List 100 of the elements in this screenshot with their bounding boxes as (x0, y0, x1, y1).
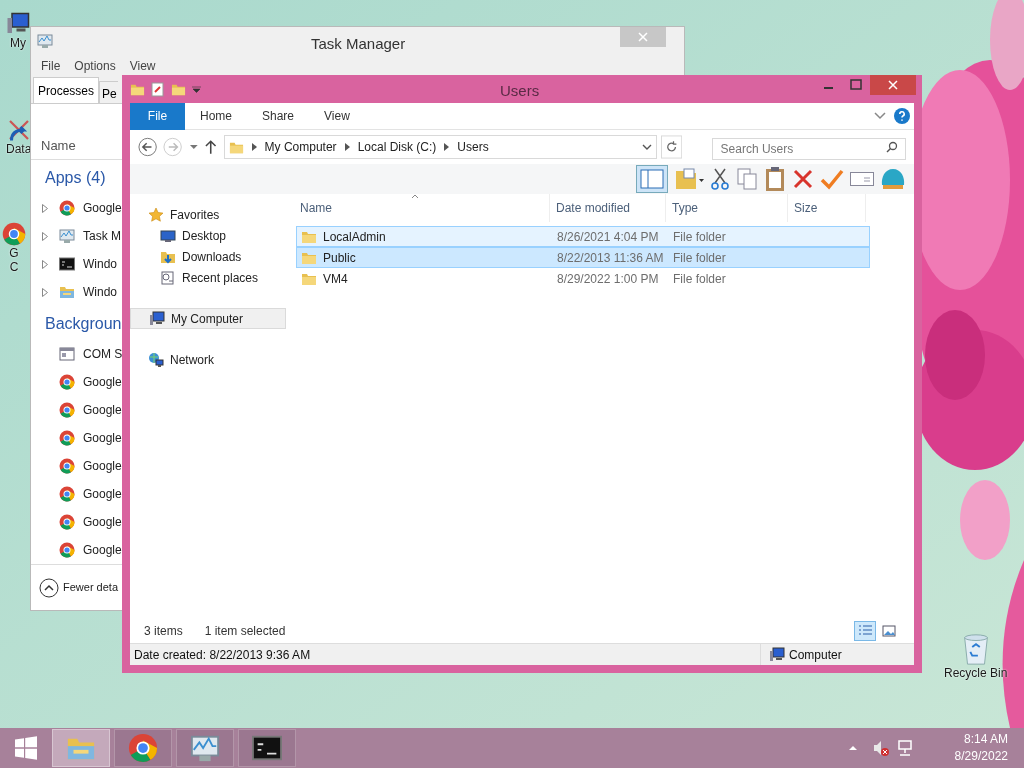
checkmark-icon[interactable] (820, 168, 844, 190)
chrome-icon (59, 486, 75, 502)
expand-arrow-icon[interactable] (42, 259, 48, 269)
breadcrumb-arrow-icon[interactable] (251, 143, 257, 151)
expand-arrow-icon[interactable] (42, 203, 48, 213)
search-field[interactable]: Search Users (711, 138, 906, 160)
windows-logo-icon[interactable] (14, 736, 38, 760)
chrome-icon (59, 542, 75, 558)
column-header[interactable]: Size (788, 194, 866, 222)
chrome-icon (59, 402, 75, 418)
breadcrumb-arrow-icon[interactable] (344, 143, 350, 151)
tray-arrow-icon[interactable] (848, 745, 858, 751)
window-title: Users (500, 81, 540, 101)
process-name: Google (83, 402, 122, 419)
collapse-icon[interactable] (39, 577, 59, 598)
chevron-down-icon[interactable] (642, 143, 653, 151)
breadcrumb-item[interactable]: Local Disk (C:) (357, 138, 437, 156)
taskbar-button[interactable] (238, 729, 296, 767)
preview-pane-icon[interactable] (636, 165, 668, 193)
globe-monitor-icon (148, 351, 164, 368)
chrome-icon (128, 733, 158, 763)
selection-count: 1 item selected (204, 623, 286, 640)
type-cell-text: File folder (672, 249, 726, 267)
file-row[interactable]: Public 8/22/2013 11:36 AM File folder (296, 247, 870, 268)
nav-item[interactable]: Network (130, 349, 288, 370)
ribbon-tab[interactable]: Share (247, 102, 310, 130)
scissors-icon[interactable] (710, 167, 730, 191)
ribbon-tab[interactable]: View (309, 102, 365, 130)
tab[interactable]: Pe (99, 81, 118, 103)
menu-item[interactable]: View (129, 57, 156, 76)
tab[interactable]: Processes (33, 77, 100, 103)
refresh-icon[interactable] (661, 135, 683, 159)
help-icon[interactable] (894, 108, 910, 124)
nav-item[interactable]: Favorites (130, 204, 288, 225)
breadcrumb-item[interactable]: Users (457, 138, 489, 156)
nav-item[interactable]: Downloads (130, 246, 288, 267)
menu-item[interactable]: File (41, 57, 61, 76)
dropdown-icon[interactable] (188, 144, 199, 150)
nav-item[interactable]: Desktop (130, 225, 288, 246)
chrome-icon[interactable] (2, 222, 26, 246)
process-name: Windo (83, 284, 117, 301)
window-title: Task Manager (311, 34, 406, 54)
location-label: Computer (789, 646, 842, 664)
column-header[interactable]: Name (41, 135, 76, 155)
clipboard-icon[interactable] (764, 166, 786, 192)
copy-icon[interactable] (736, 167, 758, 191)
column-header[interactable]: Name (288, 194, 550, 222)
network-icon[interactable] (896, 739, 914, 757)
nav-item[interactable]: Recent places (130, 267, 288, 288)
close-button[interactable] (870, 75, 916, 95)
column-header[interactable]: Date modified (550, 194, 666, 222)
search-icon (886, 141, 898, 153)
desktop-icon-label: G (9, 246, 19, 260)
process-name: Google (83, 200, 122, 217)
menu-item[interactable]: Options (74, 57, 116, 76)
file-name: Public (323, 249, 356, 267)
group-header: Backgroun (45, 314, 122, 334)
delete-icon[interactable] (792, 168, 814, 190)
desktop-icon-label: My (10, 36, 26, 50)
close-icon (888, 80, 898, 90)
process-name: Task M (83, 228, 121, 245)
shortcut-icon[interactable] (6, 118, 31, 142)
details-view-icon[interactable] (854, 621, 876, 641)
close-icon (638, 32, 648, 42)
computer-icon (769, 646, 785, 663)
fewer-details-link[interactable]: Fewer deta (63, 579, 119, 596)
back-icon[interactable] (138, 137, 158, 157)
properties-icon[interactable] (151, 81, 165, 97)
date-cell-text: 8/26/2021 4:04 PM (556, 228, 660, 246)
up-arrow-icon[interactable] (204, 139, 218, 155)
muted-speaker-icon[interactable] (872, 739, 890, 757)
chevron-down-icon[interactable] (874, 112, 886, 120)
breadcrumb-item[interactable]: My Computer (264, 138, 337, 156)
monitor-chart-icon (190, 733, 220, 763)
chrome-icon (59, 430, 75, 446)
date-cell-text: 8/22/2013 11:36 AM (556, 249, 665, 267)
file-row[interactable]: LocalAdmin 8/26/2021 4:04 PM File folder (296, 226, 870, 247)
star-icon (148, 206, 164, 223)
file-row[interactable]: VM4 8/29/2022 1:00 PM File folder (296, 268, 870, 289)
computer-icon[interactable] (6, 12, 30, 36)
chrome-icon (59, 514, 75, 530)
dropdown-icon[interactable] (192, 85, 201, 93)
folder-options-icon[interactable] (674, 167, 704, 191)
computer-icon (149, 310, 165, 327)
taskbar-button[interactable] (176, 729, 234, 767)
expand-arrow-icon[interactable] (42, 231, 48, 241)
expand-arrow-icon[interactable] (42, 287, 48, 297)
address-bar[interactable]: My Computer Local Disk (C:) Users (223, 135, 658, 159)
details-text: Date created: 8/22/2013 9:36 AM (133, 646, 312, 664)
ribbon-tab[interactable]: Home (185, 102, 247, 130)
breadcrumb-arrow-icon[interactable] (444, 143, 450, 151)
ribbon-tab[interactable]: File (130, 102, 185, 130)
folder-icon (59, 284, 75, 300)
taskbar-button[interactable] (114, 729, 172, 767)
window-icon (59, 346, 75, 362)
nav-item[interactable]: My Computer (130, 308, 286, 329)
chrome-icon (59, 374, 75, 390)
column-header[interactable]: Type (666, 194, 788, 222)
process-name: Google (83, 374, 122, 391)
monitor-chart-icon (59, 228, 75, 244)
